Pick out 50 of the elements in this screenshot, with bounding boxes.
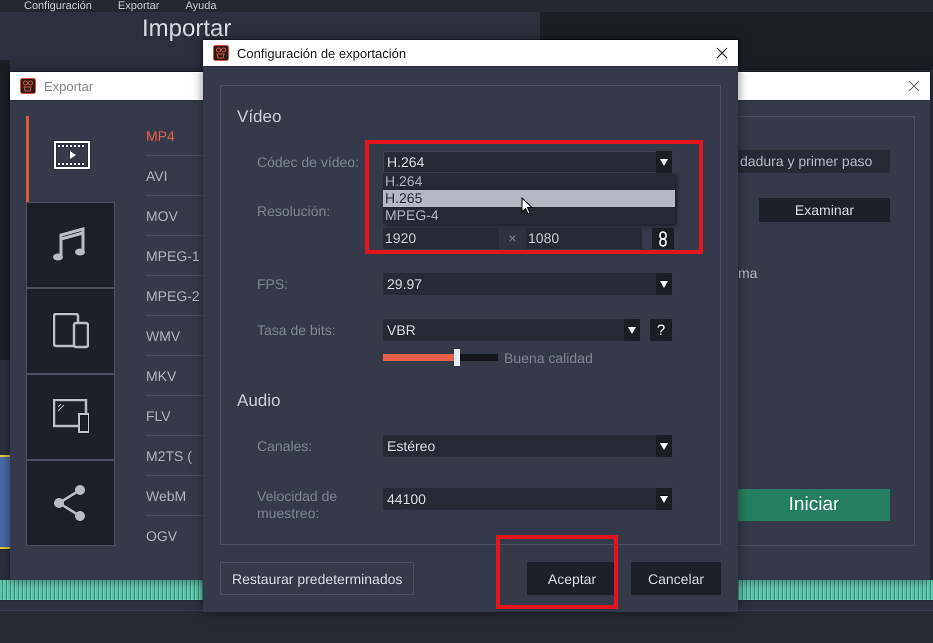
window-title: Exportar xyxy=(44,78,94,94)
name-field[interactable]: dadura y primer paso xyxy=(738,150,890,173)
chain-link-icon xyxy=(659,230,667,246)
dropdown-option[interactable]: MPEG-4 xyxy=(383,207,675,224)
field-label: Velocidad de muestreo: xyxy=(257,488,338,522)
dropdown[interactable]: H.264 xyxy=(383,151,672,173)
monitor-icon xyxy=(52,398,88,435)
dropdown-option[interactable]: H.264 xyxy=(383,173,675,190)
category-tab[interactable] xyxy=(26,288,115,374)
caret-icon xyxy=(656,273,672,295)
dropdown[interactable]: 44100 xyxy=(383,488,672,510)
width-field[interactable]: 1920 xyxy=(383,228,499,249)
app-logo-icon xyxy=(20,78,36,94)
option-label: ma xyxy=(738,265,758,281)
caret-icon xyxy=(656,151,672,173)
category-tab[interactable] xyxy=(26,202,115,288)
dropdown[interactable]: 29.97 xyxy=(383,273,672,295)
menu-item[interactable]: Configuración xyxy=(24,0,92,12)
category-tab[interactable] xyxy=(26,460,115,546)
category-tab[interactable] xyxy=(26,374,115,460)
section-heading: Vídeo xyxy=(237,106,282,128)
field-label: FPS: xyxy=(257,275,290,294)
window-title: Configuración de exportación xyxy=(237,46,408,60)
menu-item[interactable]: Exportar xyxy=(118,0,160,12)
cursor-icon xyxy=(521,197,533,215)
menu-item[interactable]: Ayuda xyxy=(185,0,216,12)
reset-button[interactable]: Restaurar predeterminados xyxy=(220,562,414,595)
caret-icon xyxy=(624,319,640,341)
times-sign: × xyxy=(499,228,526,249)
browse-button[interactable]: Examinar xyxy=(759,198,890,222)
app-logo-icon xyxy=(213,45,229,61)
caret-icon xyxy=(656,488,672,510)
section-title: Importar xyxy=(142,18,232,40)
start-button[interactable]: Iniciar xyxy=(738,489,890,521)
section-heading: Audio xyxy=(237,390,282,412)
quality-label: Buena calidad xyxy=(504,350,593,366)
dialog-button[interactable]: Aceptar xyxy=(527,562,617,595)
link-button[interactable] xyxy=(652,228,674,249)
field-label: Resolución: xyxy=(257,202,332,221)
dropdown[interactable]: VBR xyxy=(383,319,640,341)
field-label: Códec de vídeo: xyxy=(257,153,360,172)
height-field[interactable]: 1080 xyxy=(526,228,642,249)
caret-icon xyxy=(656,435,672,457)
field-label: Canales: xyxy=(257,437,314,456)
help-button[interactable]: ? xyxy=(650,319,672,341)
dialog-button[interactable]: Cancelar xyxy=(631,562,721,595)
dropdown[interactable]: Estéreo xyxy=(383,435,672,457)
tablet-phone-icon xyxy=(52,312,88,349)
close-icon[interactable] xyxy=(716,47,728,59)
field-label: Tasa de bits: xyxy=(257,321,337,340)
